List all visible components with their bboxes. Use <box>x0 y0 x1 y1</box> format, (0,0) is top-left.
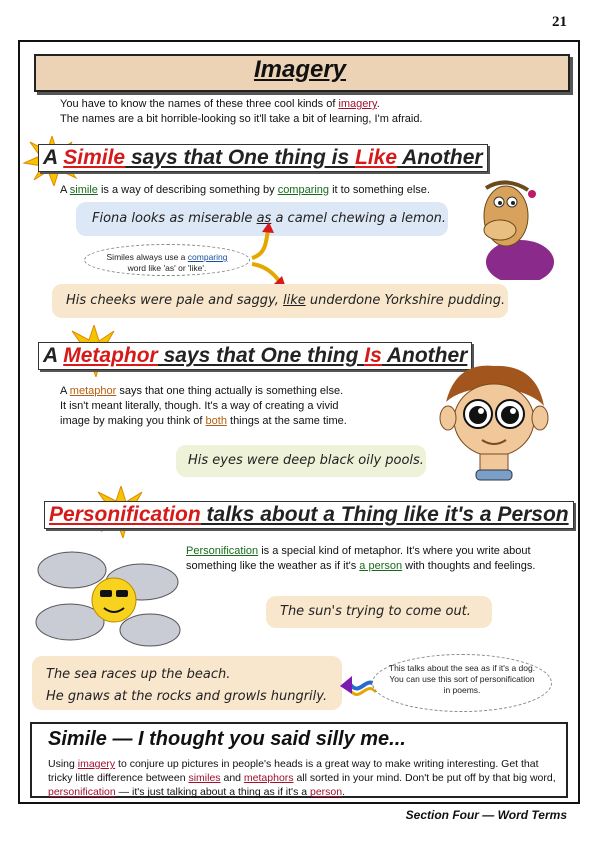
personification-heading: Personification talks about a Thing like… <box>44 501 574 529</box>
intro-text: You have to know the names of these thre… <box>60 98 423 125</box>
page-number: 21 <box>552 14 567 30</box>
personification-description: Personification is a special kind of met… <box>186 545 536 572</box>
summary-title: Simile — I thought you said silly me... <box>48 728 406 750</box>
section-footer: Section Four — Word Terms <box>405 808 567 822</box>
personification-example-1: The sun's trying to come out. <box>280 604 471 619</box>
arrows-icon <box>251 222 286 288</box>
metaphor-heading: A Metaphor says that One thing Is Anothe… <box>38 342 473 370</box>
metaphor-example: His eyes were deep black oily pools. <box>188 453 424 468</box>
sun-clouds-illustration <box>35 551 181 647</box>
page-title: Imagery <box>253 56 347 83</box>
simile-example-2: His cheeks were pale and saggy, like und… <box>66 293 506 308</box>
camel-illustration <box>483 180 554 280</box>
metaphor-description: A metaphor says that one thing actually … <box>60 385 347 427</box>
personification-example-2: The sea races up the beach. He gnaws at … <box>46 667 328 704</box>
summary-text: Using imagery to conjure up pictures in … <box>48 758 556 798</box>
imagery-term: imagery <box>338 98 377 110</box>
personification-note-bubble: This talks about the sea as if it's a do… <box>372 654 552 712</box>
boy-illustration <box>439 365 549 481</box>
simile-note-bubble: Similes always use a comparing word like … <box>84 244 250 276</box>
simile-description: A simile is a way of describing somethin… <box>60 184 430 196</box>
simile-heading: A Simile says that One thing is Like Ano… <box>38 144 488 172</box>
